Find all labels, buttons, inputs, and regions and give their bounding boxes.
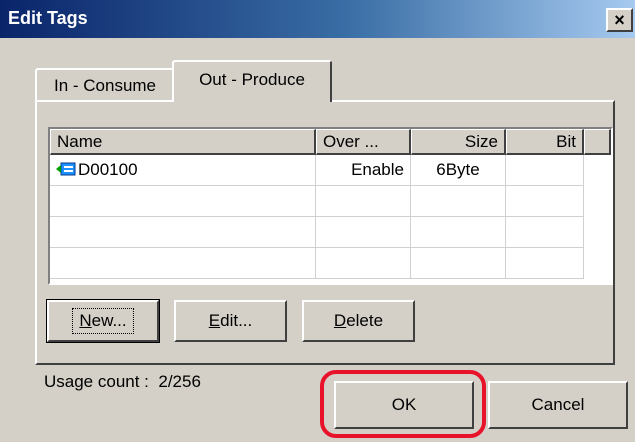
- usage-count: Usage count : 2/256: [44, 372, 201, 392]
- new-button[interactable]: New...: [46, 299, 160, 343]
- column-header-bit[interactable]: Bit: [506, 129, 584, 155]
- usage-count-label: Usage count :: [44, 372, 149, 391]
- tab-in-consume[interactable]: In - Consume: [35, 68, 175, 100]
- cell-override: Enable: [316, 155, 411, 186]
- delete-button-label: Delete: [333, 311, 384, 330]
- column-header-name[interactable]: Name: [50, 129, 316, 155]
- table-row: [50, 186, 611, 217]
- title-bar: Edit Tags ×: [0, 0, 635, 38]
- tab-label: Out - Produce: [199, 70, 305, 89]
- tab-out-produce[interactable]: Out - Produce: [172, 60, 332, 102]
- tag-icon: [56, 161, 76, 182]
- column-header-size[interactable]: Size: [411, 129, 506, 155]
- table-row: [50, 248, 611, 279]
- cancel-button[interactable]: Cancel: [488, 381, 628, 429]
- edit-button-label: Edit...: [208, 311, 253, 330]
- column-header-override[interactable]: Over ...: [316, 129, 411, 155]
- tab-label: In - Consume: [53, 76, 157, 95]
- delete-button[interactable]: Delete: [302, 300, 415, 342]
- window-title: Edit Tags: [8, 8, 88, 28]
- column-header-filler: [584, 129, 611, 155]
- table-row[interactable]: D00100 Enable 6Byte: [50, 155, 611, 186]
- cell-name: D00100: [50, 155, 316, 186]
- cell-size: 6Byte: [411, 155, 506, 186]
- edit-button[interactable]: Edit...: [174, 300, 287, 342]
- cell-bit: [506, 155, 584, 186]
- new-button-label: New...: [72, 308, 134, 334]
- table-row: [50, 217, 611, 248]
- close-icon: ×: [614, 10, 625, 30]
- usage-count-value: 2/256: [158, 372, 201, 391]
- ok-highlight-annotation: [320, 370, 486, 438]
- close-button[interactable]: ×: [606, 8, 633, 32]
- tags-list[interactable]: Name Over ... Size Bit D00100 Enable 6By…: [48, 127, 613, 285]
